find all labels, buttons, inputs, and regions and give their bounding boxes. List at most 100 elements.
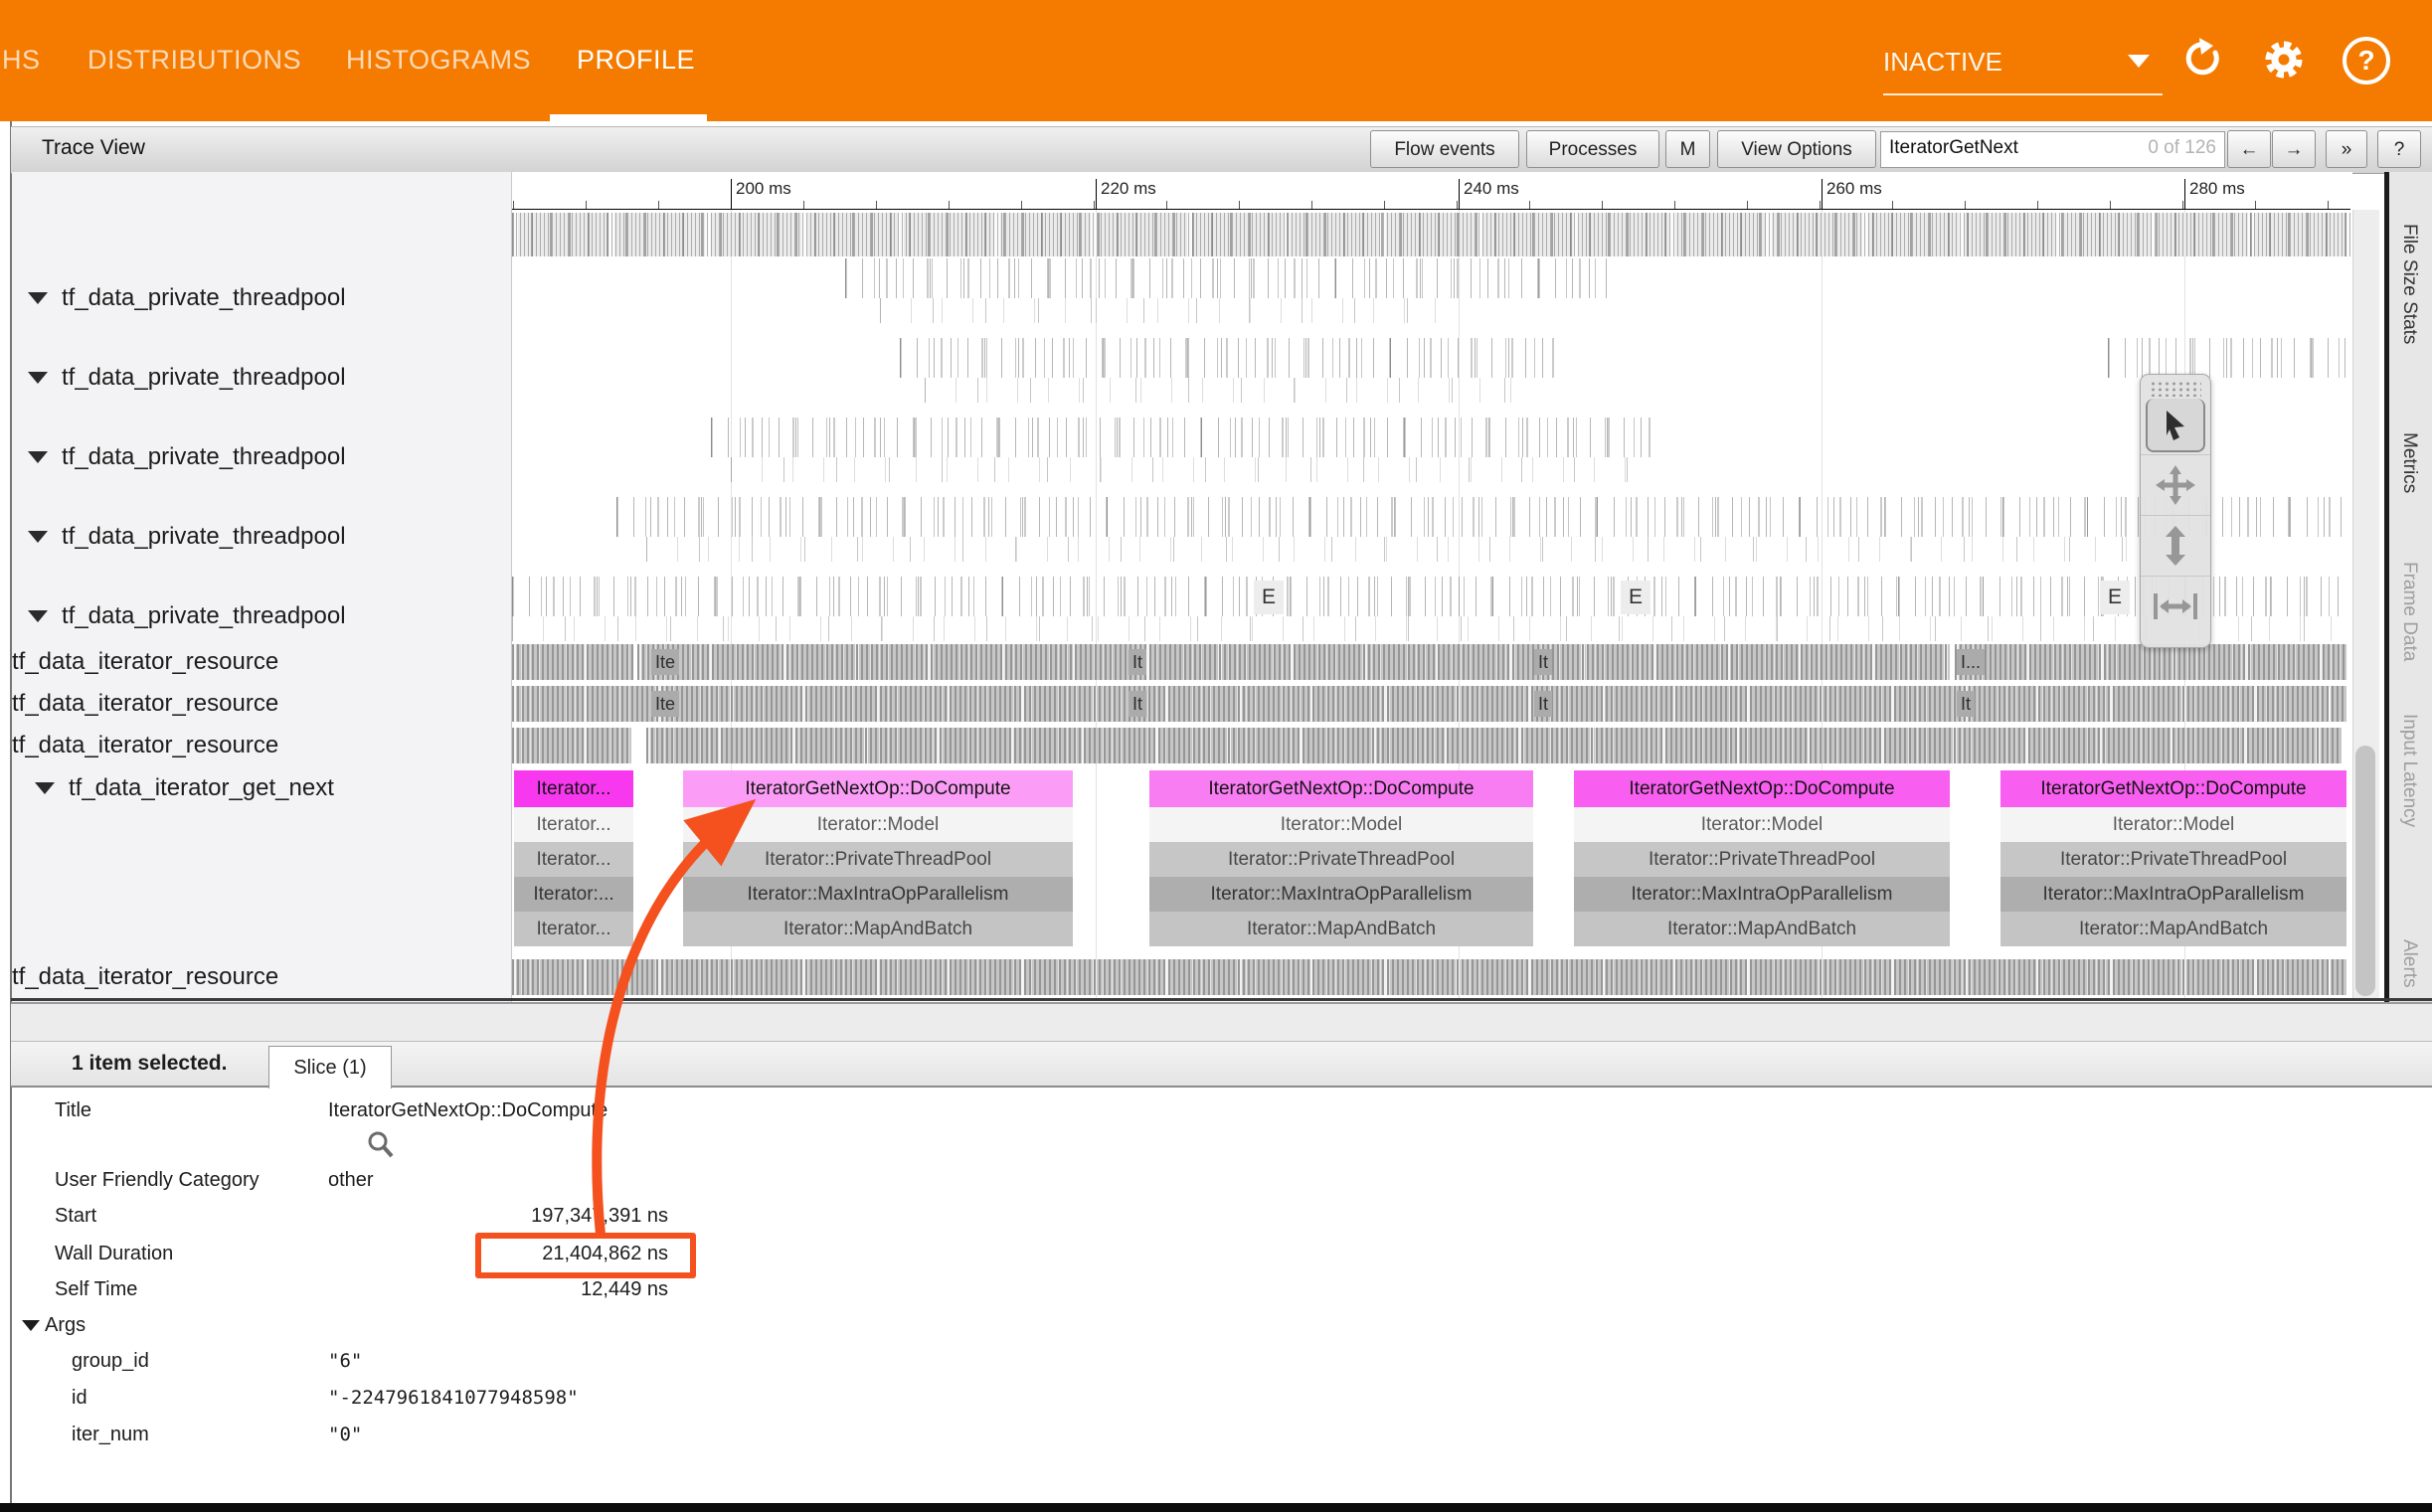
slice[interactable]: IteratorGetNextOp::DoCompute (2000, 770, 2346, 807)
slice[interactable]: Iterator... (514, 807, 633, 842)
reload-icon[interactable] (2177, 36, 2225, 84)
find-previous-button[interactable]: ← (2227, 130, 2271, 168)
track-header-threadpool-3[interactable]: tf_data_private_threadpool (28, 441, 346, 473)
slice-stack[interactable]: IteratorGetNextOp::DoCompute Iterator::M… (2000, 770, 2346, 947)
event-marker[interactable]: E (2100, 581, 2130, 614)
resource-slice[interactable] (637, 644, 1950, 680)
field-value: IteratorGetNextOp::DoCompute (328, 1099, 608, 1122)
panel-splitter[interactable] (11, 1002, 2432, 1042)
track-header-threadpool-4[interactable]: tf_data_private_threadpool (28, 521, 346, 553)
run-selector[interactable]: INACTIVE (1883, 42, 2163, 93)
slice[interactable]: Iterator::MapAndBatch (2000, 912, 2346, 946)
thread-activity-ticks (646, 537, 2187, 562)
slice[interactable]: Iterator::PrivateThreadPool (1574, 842, 1950, 877)
tab-distributions[interactable]: DISTRIBUTIONS (87, 42, 301, 78)
event-marker[interactable]: E (1621, 581, 1650, 614)
arg-value: "0" (328, 1424, 362, 1445)
selection-tool-button[interactable] (2146, 399, 2205, 452)
track-header-iterator-get-next[interactable]: tf_data_iterator_get_next (35, 772, 334, 804)
page-title: Trace View (42, 136, 145, 160)
resource-slice[interactable] (512, 728, 631, 763)
collapse-arrow-icon[interactable] (28, 451, 48, 463)
tab-frame-data[interactable]: Frame Data (2398, 562, 2420, 661)
slice[interactable]: IteratorGetNextOp::DoCompute (1574, 770, 1950, 807)
track-header-threadpool-1[interactable]: tf_data_private_threadpool (28, 282, 346, 314)
track-label: tf_data_private_threadpool (62, 443, 346, 471)
metadata-button[interactable]: M (1665, 130, 1710, 168)
find-next-button[interactable]: → (2272, 130, 2316, 168)
collapse-arrow-icon[interactable] (28, 372, 48, 384)
resource-slice[interactable] (646, 728, 2342, 763)
slice-stack[interactable]: IteratorGetNextOp::DoCompute Iterator::M… (1149, 770, 1533, 947)
track-header-threadpool-5[interactable]: tf_data_private_threadpool (28, 600, 346, 632)
slice[interactable]: Iterator::MaxIntraOpParallelism (2000, 877, 2346, 912)
pan-tool-button[interactable] (2141, 454, 2210, 515)
slice[interactable]: Iterator... (514, 770, 633, 807)
slice[interactable]: Iterator... (514, 842, 633, 877)
slice[interactable]: Iterator::MaxIntraOpParallelism (1149, 877, 1533, 912)
tab-profile[interactable]: PROFILE (577, 42, 695, 78)
resource-slice[interactable] (512, 959, 2346, 995)
scrollbar-thumb[interactable] (2355, 746, 2375, 996)
flow-events-button[interactable]: Flow events (1370, 130, 1519, 168)
slice[interactable]: Iterator::MapAndBatch (1149, 912, 1533, 946)
search-input[interactable]: IteratorGetNext 0 of 126 (1880, 131, 2225, 168)
trace-help-button[interactable]: ? (2377, 130, 2421, 168)
resource-slice[interactable] (512, 686, 2346, 722)
track-header-threadpool-2[interactable]: tf_data_private_threadpool (28, 362, 346, 394)
help-icon[interactable]: ? (2343, 37, 2390, 84)
slice[interactable]: Iterator::Model (2000, 807, 2346, 842)
tab-metrics[interactable]: Metrics (2398, 432, 2420, 493)
slice[interactable]: IteratorGetNextOp::DoCompute (1149, 770, 1533, 807)
resource-slice[interactable] (512, 644, 633, 680)
collapse-arrow-icon[interactable] (28, 531, 48, 543)
slice[interactable]: Iterator::PrivateThreadPool (2000, 842, 2346, 877)
expand-panel-button[interactable]: » (2326, 130, 2367, 168)
slice-label: It (1534, 691, 1552, 717)
ruler-baseline (512, 209, 2350, 210)
tab-graphs-clipped[interactable]: HS (2, 42, 41, 78)
ruler-tick (731, 179, 732, 209)
collapse-arrow-icon[interactable] (28, 610, 48, 622)
field-label: Title (55, 1099, 91, 1122)
slice[interactable]: Iterator::Model (683, 807, 1073, 842)
ruler-tick (1459, 179, 1460, 209)
slice[interactable]: Iterator::Model (1149, 807, 1533, 842)
slice[interactable]: Iterator::PrivateThreadPool (683, 842, 1073, 877)
tab-file-size-stats[interactable]: File Size Stats (2398, 224, 2420, 344)
palette-grip[interactable] (2150, 381, 2201, 397)
args-toggle[interactable]: Args (22, 1314, 86, 1337)
track-label: tf_data_private_threadpool (62, 364, 346, 392)
zoom-tool-button[interactable] (2141, 515, 2210, 576)
slice-stack[interactable]: Iterator... Iterator... Iterator... Iter… (514, 770, 633, 947)
slice[interactable]: Iterator::MapAndBatch (1574, 912, 1950, 946)
thread-activity-ticks (512, 577, 2346, 616)
event-marker[interactable]: E (1254, 581, 1284, 614)
timing-tool-button[interactable] (2141, 576, 2210, 636)
slice-stack-selected[interactable]: IteratorGetNextOp::DoCompute Iterator::M… (683, 770, 1073, 947)
app-window: HS DISTRIBUTIONS HISTOGRAMS PROFILE INAC… (0, 0, 2432, 1512)
processes-button[interactable]: Processes (1526, 130, 1659, 168)
gear-icon[interactable] (2260, 36, 2308, 84)
slice[interactable]: Iterator::PrivateThreadPool (1149, 842, 1533, 877)
slice[interactable]: Iterator::MaxIntraOpParallelism (1574, 877, 1950, 912)
slice[interactable]: Iterator::MapAndBatch (683, 912, 1073, 946)
slice[interactable]: Iterator::MaxIntraOpParallelism (683, 877, 1073, 912)
magnifier-icon[interactable] (366, 1129, 396, 1161)
slice-stack[interactable]: IteratorGetNextOp::DoCompute Iterator::M… (1574, 770, 1950, 947)
cursor-icon (2159, 408, 2192, 441)
view-options-button[interactable]: View Options (1717, 130, 1876, 168)
tab-histograms[interactable]: HISTOGRAMS (346, 42, 531, 78)
tab-slice[interactable]: Slice (1) (268, 1046, 392, 1089)
collapse-arrow-icon[interactable] (28, 292, 48, 304)
slice[interactable]: Iterator::Model (1574, 807, 1950, 842)
collapse-arrow-icon[interactable] (35, 782, 55, 794)
chevron-down-icon[interactable] (2128, 55, 2150, 68)
slice[interactable]: Iterator:... (514, 877, 633, 912)
slice[interactable]: Iterator... (514, 912, 633, 946)
slice-selected[interactable]: IteratorGetNextOp::DoCompute (683, 770, 1073, 807)
arg-key: id (72, 1387, 87, 1410)
tab-input-latency[interactable]: Input Latency (2398, 714, 2420, 827)
resource-slice[interactable] (1955, 644, 2346, 680)
tab-alerts[interactable]: Alerts (2398, 939, 2420, 988)
